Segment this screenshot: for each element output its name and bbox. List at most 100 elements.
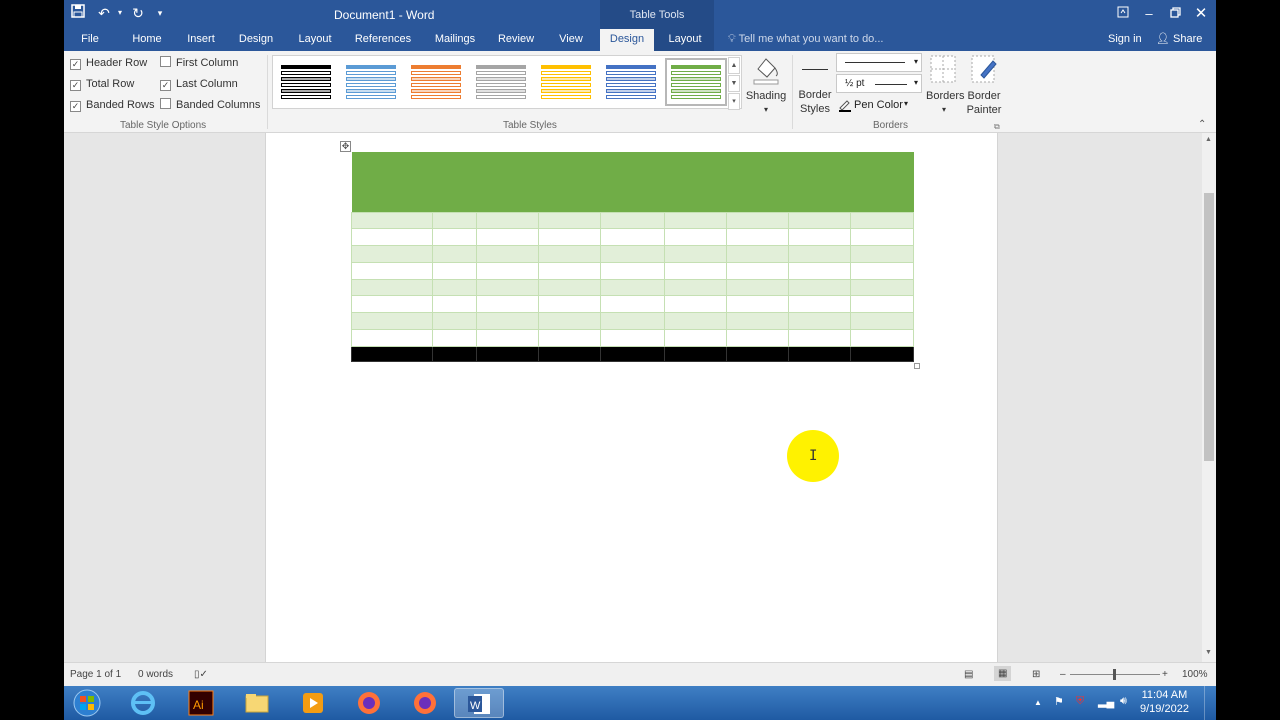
show-hidden-icons-icon[interactable]: ▲ bbox=[1034, 698, 1042, 707]
table-cell[interactable] bbox=[849, 261, 915, 280]
table-cell[interactable] bbox=[787, 228, 851, 247]
table-cell[interactable] bbox=[350, 278, 434, 297]
header-row-checkbox[interactable]: ✓ Header Row bbox=[70, 55, 147, 71]
table-cell[interactable] bbox=[476, 329, 540, 347]
zoom-slider-thumb[interactable] bbox=[1113, 669, 1116, 680]
shading-button[interactable]: Shading ▾ bbox=[744, 53, 788, 115]
scroll-down-icon[interactable]: ▼ bbox=[1205, 649, 1212, 656]
table-cell[interactable] bbox=[849, 278, 915, 297]
table-cell[interactable] bbox=[476, 261, 540, 280]
tab-view[interactable]: View bbox=[554, 29, 588, 51]
table-cell[interactable] bbox=[600, 211, 665, 230]
table-row[interactable] bbox=[350, 261, 915, 280]
table-cell[interactable] bbox=[476, 312, 540, 331]
word-table[interactable] bbox=[350, 152, 915, 362]
media-player-icon[interactable] bbox=[290, 688, 336, 718]
table-cell[interactable] bbox=[600, 329, 665, 347]
table-style-swatch[interactable] bbox=[539, 62, 593, 102]
table-cell[interactable] bbox=[538, 261, 602, 280]
table-cell[interactable] bbox=[663, 261, 727, 280]
table-row[interactable] bbox=[350, 211, 915, 230]
border-painter-button[interactable]: Border Painter bbox=[964, 53, 1004, 117]
table-cell[interactable] bbox=[600, 295, 665, 314]
tab-file[interactable]: File bbox=[74, 29, 106, 51]
table-resize-handle[interactable] bbox=[914, 363, 920, 369]
proofing-icon[interactable]: ▯✓ bbox=[194, 669, 208, 680]
tab-references[interactable]: References bbox=[352, 29, 414, 51]
action-center-flag-icon[interactable]: ⚑ bbox=[1054, 695, 1064, 708]
gallery-more-icon[interactable]: ▾ bbox=[728, 93, 740, 110]
table-cell[interactable] bbox=[849, 295, 915, 314]
web-layout-icon[interactable]: ⊞ bbox=[1032, 669, 1040, 680]
minimize-icon[interactable]: – bbox=[1138, 4, 1160, 24]
redo-icon[interactable]: ↻ bbox=[128, 3, 148, 23]
table-cell[interactable] bbox=[432, 312, 478, 331]
table-cell[interactable] bbox=[663, 278, 727, 297]
table-cell[interactable] bbox=[432, 295, 478, 314]
table-cell[interactable] bbox=[663, 312, 727, 331]
scroll-thumb[interactable] bbox=[1204, 193, 1214, 461]
table-cell[interactable] bbox=[849, 312, 915, 331]
table-cell[interactable] bbox=[432, 278, 478, 297]
table-cell[interactable] bbox=[725, 211, 789, 230]
tell-me-search[interactable]: 💡︎ Tell me what you want to do... bbox=[728, 29, 883, 51]
undo-dropdown[interactable]: ▾ bbox=[110, 3, 130, 23]
table-cell[interactable] bbox=[476, 345, 540, 362]
table-cell[interactable] bbox=[432, 329, 478, 347]
table-cell[interactable] bbox=[663, 329, 727, 347]
table-header-row[interactable] bbox=[351, 152, 914, 212]
banded-rows-checkbox[interactable]: ✓ Banded Rows bbox=[70, 97, 155, 113]
table-cell[interactable] bbox=[432, 261, 478, 280]
table-cell[interactable] bbox=[787, 329, 851, 347]
table-row[interactable] bbox=[350, 312, 915, 331]
table-cell[interactable] bbox=[849, 228, 915, 247]
table-style-swatch[interactable] bbox=[344, 62, 398, 102]
sign-in-link[interactable]: Sign in bbox=[1108, 29, 1142, 51]
table-cell[interactable] bbox=[849, 329, 915, 347]
table-cell[interactable] bbox=[849, 211, 915, 230]
firefox-icon[interactable] bbox=[402, 688, 448, 718]
table-cell[interactable] bbox=[600, 245, 665, 263]
line-style-dropdown[interactable]: ▾ bbox=[836, 53, 922, 72]
show-desktop-button[interactable] bbox=[1204, 686, 1216, 720]
vertical-scrollbar[interactable]: ▲ ▼ bbox=[1202, 133, 1216, 662]
restore-icon[interactable] bbox=[1164, 4, 1186, 24]
table-cell[interactable] bbox=[538, 228, 602, 247]
table-row[interactable] bbox=[350, 228, 915, 247]
table-cell[interactable] bbox=[787, 211, 851, 230]
table-cell[interactable] bbox=[849, 245, 915, 263]
close-icon[interactable]: ✕ bbox=[1190, 4, 1212, 24]
table-row[interactable] bbox=[350, 329, 915, 347]
table-cell[interactable] bbox=[350, 261, 434, 280]
tab-review[interactable]: Review bbox=[496, 29, 536, 51]
tab-design[interactable]: Design bbox=[236, 29, 276, 51]
table-cell[interactable] bbox=[663, 345, 727, 362]
table-style-swatch[interactable] bbox=[279, 62, 333, 102]
word-count[interactable]: 0 words bbox=[138, 669, 173, 680]
table-cell[interactable] bbox=[476, 295, 540, 314]
table-cell[interactable] bbox=[538, 278, 602, 297]
firefox-icon[interactable] bbox=[346, 688, 392, 718]
table-cell[interactable] bbox=[787, 278, 851, 297]
table-cell[interactable] bbox=[476, 211, 540, 230]
tab-mailings[interactable]: Mailings bbox=[430, 29, 480, 51]
tab-layout[interactable]: Layout bbox=[294, 29, 336, 51]
table-cell[interactable] bbox=[350, 312, 434, 331]
table-style-swatch[interactable] bbox=[409, 62, 463, 102]
illustrator-icon[interactable]: Ai bbox=[178, 688, 224, 718]
save-icon[interactable] bbox=[68, 3, 88, 23]
table-cell[interactable] bbox=[725, 245, 789, 263]
table-cell[interactable] bbox=[350, 211, 434, 230]
table-style-swatch[interactable] bbox=[604, 62, 658, 102]
internet-explorer-icon[interactable] bbox=[120, 688, 166, 718]
table-cell[interactable] bbox=[787, 245, 851, 263]
table-cell[interactable] bbox=[725, 228, 789, 247]
table-cell[interactable] bbox=[849, 345, 915, 362]
borders-button[interactable]: Borders ▾ bbox=[926, 53, 965, 117]
last-column-checkbox[interactable]: ✓ Last Column bbox=[160, 76, 238, 92]
zoom-slider[interactable] bbox=[1070, 669, 1160, 680]
table-row[interactable] bbox=[350, 295, 915, 314]
table-cell[interactable] bbox=[476, 228, 540, 247]
table-cell[interactable] bbox=[725, 345, 789, 362]
table-cell[interactable] bbox=[787, 312, 851, 331]
